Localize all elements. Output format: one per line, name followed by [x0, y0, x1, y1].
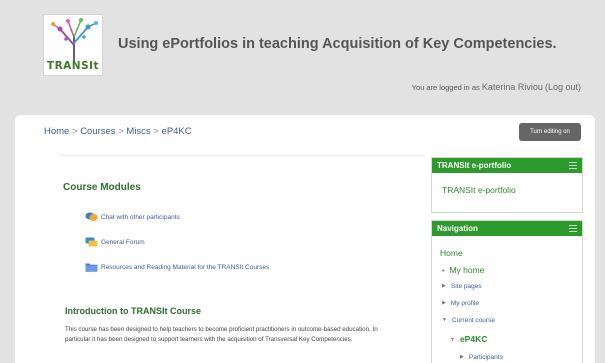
- expand-arrow-icon: ▶: [460, 354, 464, 360]
- tree-logo-icon: [51, 18, 98, 61]
- nav-label: Participants: [468, 354, 503, 361]
- block-eportfolio: TRANSIt e-portfolio TRANSIt e-portfolio: [431, 157, 583, 213]
- breadcrumb-separator: >: [118, 126, 124, 137]
- block-hide-icon[interactable]: [569, 162, 577, 169]
- nav-current-course[interactable]: ▼ Current course: [442, 317, 495, 324]
- module-forum[interactable]: General Forum: [85, 236, 145, 248]
- block-hide-icon[interactable]: [569, 225, 577, 232]
- login-info: You are logged in as Katerina Riviou (Lo…: [412, 82, 581, 92]
- breadcrumb: Home > Courses > Miscs > eP4KC: [44, 126, 192, 137]
- nav-home[interactable]: Home: [440, 248, 463, 258]
- section-divider: [60, 155, 425, 156]
- bullet-icon: •: [442, 268, 445, 275]
- block-navigation: Navigation Home • My home ▶ Site pages ▶ My…: [431, 220, 583, 363]
- user-name-link[interactable]: Katerina Riviou: [482, 82, 543, 92]
- chat-icon: [85, 212, 98, 222]
- eportfolio-link[interactable]: TRANSIt e-portfolio: [442, 185, 516, 195]
- expand-arrow-icon: ▶: [442, 283, 446, 289]
- course-modules-heading: Course Modules: [63, 182, 141, 193]
- block-header: TRANSIt e-portfolio: [432, 158, 582, 173]
- logout-link[interactable]: (Log out): [545, 82, 581, 92]
- turn-editing-on-button[interactable]: Turn editing on: [519, 123, 581, 141]
- nav-label: eP4KC: [459, 334, 488, 344]
- nav-my-profile[interactable]: ▶ My profile: [442, 300, 479, 307]
- module-label: Chat with other participants: [101, 213, 180, 221]
- nav-participants[interactable]: ▶ Participants: [460, 354, 503, 361]
- intro-heading: Introduction to TRANSIt Course: [65, 306, 201, 316]
- breadcrumb-home[interactable]: Home: [44, 126, 69, 137]
- module-label: Resources and Reading Material for the T…: [101, 263, 270, 271]
- breadcrumb-courses[interactable]: Courses: [80, 126, 115, 137]
- nav-course-ep4kc[interactable]: ▼ eP4KC: [450, 334, 487, 344]
- collapse-arrow-icon: ▼: [450, 337, 455, 343]
- nav-label: Site pages: [450, 283, 482, 290]
- module-label: General Forum: [101, 238, 145, 246]
- block-title: Navigation: [437, 224, 478, 233]
- login-prefix: You are logged in as: [411, 83, 480, 92]
- forum-icon: [85, 237, 98, 247]
- block-title: TRANSIt e-portfolio: [437, 161, 512, 170]
- main-content-panel: Home > Courses > Miscs > eP4KC Turn edit…: [15, 115, 595, 363]
- logo-wordmark: TRANSIt: [46, 60, 100, 72]
- breadcrumb-separator: >: [71, 126, 78, 137]
- expand-arrow-icon: ▶: [442, 300, 446, 306]
- nav-label: My home: [449, 265, 485, 275]
- site-header: TRANSIt Using ePortfolios in teaching Ac…: [0, 0, 605, 118]
- nav-label: Current course: [451, 317, 495, 324]
- site-title: Using ePortfolios in teaching Acquisitio…: [118, 36, 557, 52]
- nav-site-pages[interactable]: ▶ Site pages: [442, 283, 482, 290]
- folder-icon: [85, 262, 98, 272]
- block-header: Navigation: [432, 221, 582, 236]
- intro-paragraph: This course has been designed to help te…: [65, 326, 378, 343]
- nav-label: My profile: [450, 300, 480, 307]
- module-chat[interactable]: Chat with other participants: [85, 211, 180, 223]
- module-resources[interactable]: Resources and Reading Material for the T…: [85, 261, 269, 273]
- breadcrumb-separator: >: [153, 126, 159, 137]
- nav-my-home[interactable]: • My home: [442, 265, 484, 275]
- transit-logo[interactable]: TRANSIt: [43, 14, 103, 76]
- collapse-arrow-icon: ▼: [442, 317, 447, 323]
- breadcrumb-course[interactable]: eP4KC: [162, 126, 192, 137]
- breadcrumb-miscs[interactable]: Miscs: [126, 126, 150, 137]
